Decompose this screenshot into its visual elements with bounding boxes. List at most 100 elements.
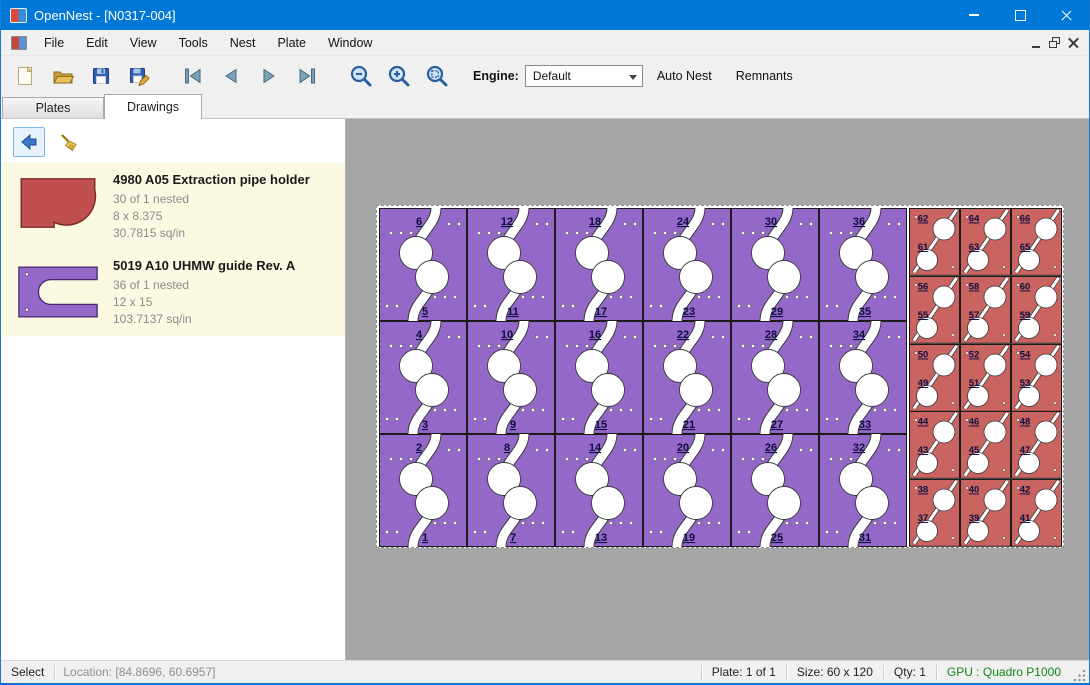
part-number: 49: [918, 378, 929, 389]
close-button[interactable]: [1043, 0, 1089, 30]
part-number: 16: [589, 329, 601, 341]
mdi-restore-button[interactable]: [1045, 34, 1064, 51]
part-number: 48: [1020, 417, 1031, 428]
nested-part-pair[interactable]: 56 55: [909, 276, 960, 344]
zoom-in-button[interactable]: [383, 60, 415, 92]
engine-value: Default: [533, 69, 571, 83]
nested-part-pair[interactable]: 32 31: [819, 434, 907, 547]
mdi-close-icon: [1068, 37, 1079, 48]
nested-part-pair[interactable]: 38 37: [909, 479, 960, 547]
nested-part-pair[interactable]: 66 65: [1011, 208, 1062, 276]
nested-part-pair[interactable]: 12 11: [467, 208, 555, 321]
drawing-list-item[interactable]: 4980 A05 Extraction pipe holder 30 of 1 …: [1, 163, 345, 249]
nested-part-pair[interactable]: 2 1: [379, 434, 467, 547]
nested-part-pair[interactable]: 34 33: [819, 321, 907, 434]
minimize-button[interactable]: [951, 0, 997, 30]
part-number: 63: [969, 242, 980, 253]
nested-part-pair[interactable]: 58 57: [960, 276, 1011, 344]
part-thumbnail: [15, 256, 113, 329]
nested-part-pair[interactable]: 26 25: [731, 434, 819, 547]
drawing-list-item[interactable]: 5019 A10 UHMW guide Rev. A 36 of 1 neste…: [1, 249, 345, 336]
save-button[interactable]: [85, 60, 117, 92]
part-number: 1: [422, 532, 428, 544]
nested-part-pair[interactable]: 20 19: [643, 434, 731, 547]
nested-part-pair[interactable]: 52 51: [960, 344, 1011, 412]
nested-part-pair[interactable]: 6 5: [379, 208, 467, 321]
nested-part-pair[interactable]: 30 29: [731, 208, 819, 321]
part-number: 27: [771, 419, 783, 431]
part-number: 62: [918, 213, 929, 224]
remnants-button[interactable]: Remnants: [726, 63, 803, 89]
open-button[interactable]: [47, 60, 79, 92]
zoom-fit-button[interactable]: [421, 60, 453, 92]
nested-part-pair[interactable]: 64 63: [960, 208, 1011, 276]
resize-grip[interactable]: [1073, 669, 1086, 682]
menu-item-file[interactable]: File: [33, 32, 75, 54]
part-number: 55: [918, 310, 929, 321]
nested-part-pair[interactable]: 60 59: [1011, 276, 1062, 344]
nested-part-pair[interactable]: 48 47: [1011, 411, 1062, 479]
drawings-toolbar: [1, 119, 345, 163]
assign-part-button[interactable]: [13, 127, 45, 157]
nested-part-pair[interactable]: 50 49: [909, 344, 960, 412]
drawing-area: 103.7137 sq/in: [113, 311, 295, 328]
part-number: 53: [1020, 378, 1031, 389]
auto-nest-button[interactable]: Auto Nest: [647, 63, 722, 89]
purple-parts-grid: 6 5 12 11 18 17 24 23 30 29 36 35 4 3 10…: [379, 208, 907, 547]
engine-dropdown[interactable]: Default: [525, 65, 643, 87]
part-number: 5: [422, 306, 428, 318]
nested-part-pair[interactable]: 54 53: [1011, 344, 1062, 412]
nested-part-pair[interactable]: 4 3: [379, 321, 467, 434]
nested-part-pair[interactable]: 42 41: [1011, 479, 1062, 547]
nesting-canvas[interactable]: 6 5 12 11 18 17 24 23 30 29 36 35 4 3 10…: [346, 119, 1089, 660]
plate-sheet[interactable]: 6 5 12 11 18 17 24 23 30 29 36 35 4 3 10…: [376, 205, 1064, 548]
mdi-close-button[interactable]: [1064, 34, 1083, 51]
nested-part-pair[interactable]: 24 23: [643, 208, 731, 321]
nested-part-pair[interactable]: 28 27: [731, 321, 819, 434]
zoom-out-button[interactable]: [345, 60, 377, 92]
part-number: 24: [677, 216, 690, 228]
part-number: 12: [501, 216, 513, 228]
menu-item-plate[interactable]: Plate: [266, 32, 317, 54]
nested-part-pair[interactable]: 62 61: [909, 208, 960, 276]
red-parts-grid: 62 61 64 63 66 65 56 55 58 57 60 59 50 4…: [909, 208, 1062, 547]
menu-item-window[interactable]: Window: [317, 32, 383, 54]
previous-plate-button[interactable]: [215, 60, 247, 92]
nested-part-pair[interactable]: 14 13: [555, 434, 643, 547]
nested-part-pair[interactable]: 8 7: [467, 434, 555, 547]
broom-icon: [59, 132, 79, 152]
drawings-panel: 4980 A05 Extraction pipe holder 30 of 1 …: [1, 119, 346, 660]
mdi-minimize-button[interactable]: [1026, 34, 1045, 51]
drawings-list: 4980 A05 Extraction pipe holder 30 of 1 …: [1, 163, 345, 336]
new-button[interactable]: [9, 60, 41, 92]
part-number: 23: [683, 306, 695, 318]
part-number: 15: [595, 419, 607, 431]
purple-part-shape: [15, 260, 101, 324]
part-number: 36: [853, 216, 865, 228]
nested-part-pair[interactable]: 44 43: [909, 411, 960, 479]
menu-item-tools[interactable]: Tools: [168, 32, 219, 54]
part-number: 65: [1020, 242, 1031, 253]
menu-item-edit[interactable]: Edit: [75, 32, 119, 54]
menu-item-nest[interactable]: Nest: [219, 32, 267, 54]
nested-part-pair[interactable]: 40 39: [960, 479, 1011, 547]
menu-item-view[interactable]: View: [119, 32, 168, 54]
nested-part-pair[interactable]: 18 17: [555, 208, 643, 321]
zoom-in-icon: [387, 64, 411, 88]
nested-part-pair[interactable]: 16 15: [555, 321, 643, 434]
part-number: 61: [918, 242, 929, 253]
nested-part-pair[interactable]: 22 21: [643, 321, 731, 434]
tab-plates[interactable]: Plates: [2, 97, 104, 119]
maximize-button[interactable]: [997, 0, 1043, 30]
first-plate-button[interactable]: [177, 60, 209, 92]
tab-drawings[interactable]: Drawings: [104, 94, 202, 119]
last-plate-button[interactable]: [291, 60, 323, 92]
nested-part-pair[interactable]: 46 45: [960, 411, 1011, 479]
nested-part-pair[interactable]: 36 35: [819, 208, 907, 321]
part-number: 51: [969, 378, 980, 389]
nested-part-pair[interactable]: 10 9: [467, 321, 555, 434]
next-plate-button[interactable]: [253, 60, 285, 92]
clean-button[interactable]: [53, 127, 85, 157]
save-as-button[interactable]: [123, 60, 155, 92]
red-part-shape: [15, 174, 101, 232]
